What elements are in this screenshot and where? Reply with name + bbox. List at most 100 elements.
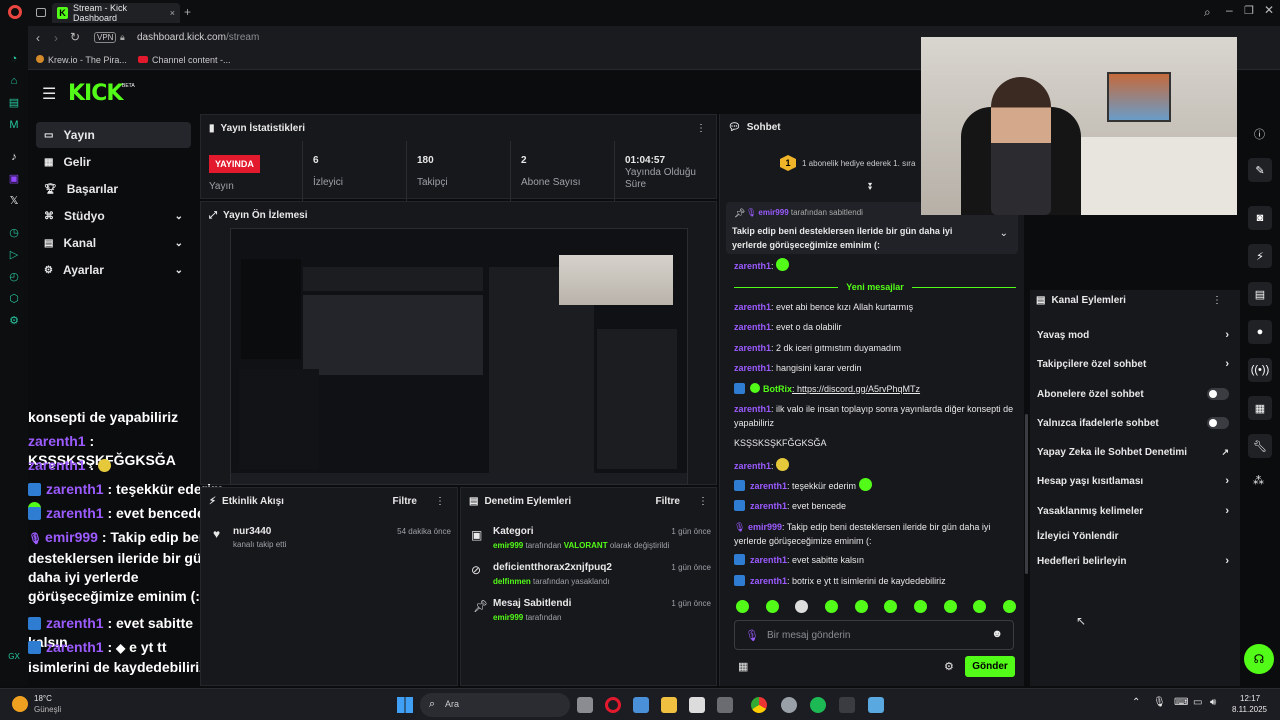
broadcast-button[interactable]: ((•)) <box>1248 358 1272 382</box>
subscribers-only-toggle[interactable] <box>1207 388 1229 400</box>
action-ai-moderation[interactable]: Yapay Zeka ile Sohbet Denetimi ↗ <box>1037 442 1233 462</box>
chat-user[interactable]: zarenth1 <box>734 343 771 353</box>
collapse-icon[interactable]: ⏬︎ <box>868 182 873 193</box>
sidebar-clock-icon[interactable]: ◴ <box>7 270 21 284</box>
back-icon[interactable]: ‹ <box>36 31 40 45</box>
emote-icon[interactable] <box>824 600 838 613</box>
terminal-icon[interactable] <box>839 697 855 713</box>
notes-button[interactable]: ▤ <box>1248 282 1272 306</box>
chat-user[interactable]: BotRix <box>763 384 792 394</box>
moderation-actor[interactable]: delfinmen <box>493 577 531 586</box>
spotify-icon[interactable] <box>810 697 826 713</box>
more-options-icon[interactable]: ⋮ <box>696 123 706 134</box>
nav-item-yayin[interactable]: ▭ Yayın <box>36 122 191 148</box>
forward-icon[interactable]: › <box>54 31 58 45</box>
nav-item-basarilar[interactable]: 🏆︎ Başarılar <box>36 176 191 202</box>
moderation-actor[interactable]: emir999 <box>493 613 523 622</box>
hamburger-menu-icon[interactable]: ☰ <box>42 84 56 104</box>
clip-button[interactable]: ◙ <box>1248 206 1272 230</box>
close-tab-icon[interactable]: × <box>170 8 175 18</box>
emote-icon[interactable] <box>795 600 809 613</box>
activity-filter-button[interactable]: Filtre <box>393 496 417 507</box>
action-emotes-only[interactable]: Yalnızca ifadelerle sohbet <box>1037 413 1233 433</box>
chat-user[interactable]: zarenth1 <box>750 555 787 565</box>
opera-gx-icon[interactable] <box>605 697 621 713</box>
sidebar-extensions-icon[interactable]: ⬡ <box>7 292 21 306</box>
emote-icon[interactable] <box>884 600 898 613</box>
keyboard-icon[interactable]: ⌨ <box>1174 697 1188 708</box>
chrome-icon[interactable] <box>751 697 767 713</box>
chat-input-box[interactable]: 🎙︎ Bir mesaj gönderin ☻ <box>734 620 1014 650</box>
bookmark-krew[interactable]: Krew.io - The Pira... <box>36 55 127 65</box>
bookmark-channel-content[interactable]: Channel content -... <box>138 55 231 65</box>
action-account-age[interactable]: Hesap yaşı kısıtlaması › <box>1037 471 1233 491</box>
sidebar-player-icon[interactable]: ▷ <box>7 248 21 262</box>
send-button[interactable]: Gönder <box>965 656 1015 677</box>
start-icon[interactable] <box>397 697 413 713</box>
chat-user[interactable]: zarenth1 <box>734 404 771 414</box>
nav-item-gelir[interactable]: ▦ Gelir <box>36 149 191 175</box>
minimize-icon[interactable]: – <box>1226 3 1233 17</box>
tools-button[interactable]: 🔧︎ <box>1248 434 1272 458</box>
search-icon[interactable]: ⌕ <box>1204 5 1211 20</box>
more-dots-icon[interactable]: ⁂ <box>1253 474 1264 487</box>
url-field[interactable]: dashboard.kick.com/stream <box>137 32 259 43</box>
nav-item-ayarlar[interactable]: ⚙ Ayarlar ⌄ <box>36 257 191 283</box>
ad-break-button[interactable]: ⚡︎ <box>1248 244 1272 268</box>
chat-user[interactable]: zarenth1 <box>734 322 771 332</box>
sidebar-ai-icon[interactable]: ⌂ <box>7 74 21 88</box>
support-button[interactable]: ☊ <box>1244 644 1274 674</box>
action-raid[interactable]: İzleyici Yönlendir <box>1037 526 1233 546</box>
taskbar-search[interactable]: ⌕ Ara <box>420 693 570 717</box>
chat-user[interactable]: zarenth1 <box>750 481 787 491</box>
chat-user[interactable]: emir999 <box>748 522 782 532</box>
info-icon[interactable]: ⓘ <box>1254 126 1265 142</box>
emote-icon[interactable] <box>973 600 987 613</box>
emote-icon[interactable] <box>1002 600 1016 613</box>
stream-preview-video[interactable] <box>230 228 688 485</box>
network-icon[interactable]: ▭ <box>1193 697 1202 708</box>
emote-icon[interactable] <box>736 600 749 613</box>
emotes-only-toggle[interactable] <box>1207 417 1229 429</box>
sidebar-m-icon[interactable]: M <box>7 118 21 132</box>
more-options-icon[interactable]: ⋮ <box>698 496 708 507</box>
action-followers-only[interactable]: Takipçilere özel sohbet › <box>1037 354 1233 374</box>
action-subscribers-only[interactable]: Abonelere özel sohbet <box>1037 384 1233 404</box>
tab-switcher-icon[interactable] <box>36 8 46 17</box>
nav-item-kanal[interactable]: ▤ Kanal ⌄ <box>36 230 191 256</box>
maximize-icon[interactable]: ❐ <box>1244 4 1254 17</box>
steam-icon[interactable] <box>781 697 797 713</box>
close-window-icon[interactable]: ✕ <box>1264 3 1274 17</box>
chat-settings-icon[interactable]: ⚙ <box>944 660 954 673</box>
sidebar-tiktok-icon[interactable]: ♪ <box>7 150 21 164</box>
sidebar-twitch-icon[interactable]: ▣ <box>7 172 21 186</box>
sidebar-speed-icon[interactable]: ◔ <box>7 52 21 66</box>
sidebar-gx-icon[interactable]: GX <box>7 650 21 664</box>
mail-icon[interactable] <box>717 697 733 713</box>
pinned-by[interactable]: emir999 <box>758 208 788 217</box>
chat-user[interactable]: zarenth1 <box>734 302 771 312</box>
layout-button[interactable]: ▦ <box>1248 396 1272 420</box>
chat-user[interactable]: zarenth1 <box>734 261 771 271</box>
sidebar-wallet-icon[interactable]: ▤ <box>7 96 21 110</box>
chat-user[interactable]: zarenth1 <box>750 501 787 511</box>
chat-user[interactable]: zarenth1 <box>734 363 771 373</box>
chevron-down-icon[interactable]: ⌄ <box>1000 228 1008 239</box>
multitask-icon[interactable] <box>633 697 649 713</box>
clock-time[interactable]: 12:17 <box>1240 694 1260 703</box>
chat-user[interactable]: zarenth1 <box>750 576 787 586</box>
action-set-goals[interactable]: Hedefleri belirleyin › <box>1037 551 1233 571</box>
action-banned-words[interactable]: Yasaklanmış kelimeler › <box>1037 501 1233 521</box>
file-explorer-icon[interactable] <box>661 697 677 713</box>
weather-temp[interactable]: 18°C <box>34 694 52 703</box>
moderation-actor[interactable]: emir999 <box>493 541 523 550</box>
sidebar-settings-icon[interactable]: ⚙ <box>7 314 21 328</box>
chat-popout-button[interactable]: ● <box>1248 320 1272 344</box>
taskview-icon[interactable] <box>577 697 593 713</box>
gift-icon[interactable]: ▦ <box>738 660 748 673</box>
app-icon[interactable] <box>689 697 705 713</box>
emote-icon[interactable] <box>854 600 868 613</box>
browser-tab[interactable]: K Stream - Kick Dashboard × <box>52 3 180 23</box>
reload-icon[interactable]: ↻ <box>70 30 80 44</box>
chat-user[interactable]: zarenth1 <box>734 461 771 471</box>
